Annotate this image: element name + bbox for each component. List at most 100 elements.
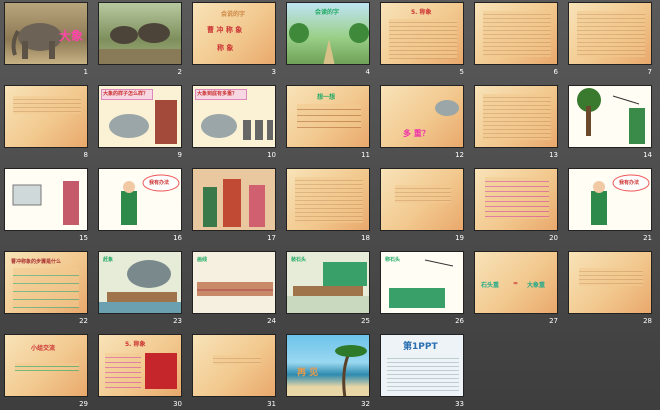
slide-thumbnail-25[interactable]: 装石头 25 [286, 251, 370, 327]
slide-line: 曹 冲 称 象 [207, 26, 243, 34]
speech-bubble: 我有办法 [149, 180, 170, 186]
slide-thumbnail-26[interactable]: 称石头 26 [380, 251, 464, 327]
slide-thumbnail-31[interactable]: 31 [192, 334, 276, 410]
slide-thumbnail-6[interactable]: 6 [474, 2, 558, 78]
slide-text-block [295, 177, 363, 223]
slide-number: 1 [83, 68, 88, 76]
slide-number: 6 [553, 68, 558, 76]
slide-thumbnail-2[interactable]: 2 [98, 2, 182, 78]
slide-text-block [297, 104, 361, 128]
slide-number: 23 [173, 317, 182, 325]
elephant-drawing [201, 114, 273, 140]
slide-number: 3 [271, 68, 276, 76]
landscape-image [289, 23, 369, 64]
slide-sorter-grid: 大象 1 2 会说的字 曹 冲 称 象 称 象 3 会读的字 4 5. 称象 5… [0, 0, 660, 410]
slide-label: 称石头 [385, 257, 401, 263]
slide-number: 30 [173, 400, 182, 408]
slide-thumbnail-22[interactable]: 曹冲称象的步骤是什么 22 [4, 251, 88, 327]
slide-thumbnail-32[interactable]: 再 见 32 [286, 334, 370, 410]
slide-line: 称 象 [217, 44, 234, 52]
slide-number: 16 [173, 234, 182, 242]
slide-label: 装石头 [291, 257, 307, 263]
slide-number: 13 [549, 151, 558, 159]
slide-number: 5 [459, 68, 464, 76]
slide-text-block [577, 11, 645, 57]
slide-thumbnail-12[interactable]: 多 重？ 12 [380, 85, 464, 161]
slide-label: 大象重 [527, 282, 546, 289]
slide-thumbnail-30[interactable]: 5. 称象 30 [98, 334, 182, 410]
slide-thumbnail-20[interactable]: 20 [474, 168, 558, 244]
slide-thumbnail-5[interactable]: 5. 称象 5 [380, 2, 464, 78]
speech-bubble: 我有办法 [619, 180, 640, 186]
slide-thumbnail-33[interactable]: 第1PPT 33 [380, 334, 464, 410]
slide-label: 石头重 [481, 282, 500, 289]
slide-number: 17 [267, 234, 276, 242]
slide-number: 32 [361, 400, 370, 408]
slide-thumbnail-1[interactable]: 大象 1 [4, 2, 88, 78]
slide-thumbnail-23[interactable]: 赶象 23 [98, 251, 182, 327]
slide-number: 18 [361, 234, 370, 242]
slide-number: 33 [455, 400, 464, 408]
slide-number: 24 [267, 317, 276, 325]
slide-number: 27 [549, 317, 558, 325]
slide-text-block [387, 355, 459, 391]
brand-logo: 第1PPT [403, 342, 438, 352]
slide-thumbnail-10[interactable]: 大象到底有多重？ 10 [192, 85, 276, 161]
slide-number: 4 [365, 68, 370, 76]
elephant-drawing [109, 100, 177, 144]
slide-header: 想一想 [317, 94, 336, 101]
slide-thumbnail-9[interactable]: 大象的样子怎么样？ 9 [98, 85, 182, 161]
slide-text-block [213, 355, 261, 365]
slide-text-block [105, 353, 141, 389]
slide-thumbnail-14[interactable]: 14 [568, 85, 652, 161]
slide-text-block [15, 363, 79, 371]
slide-number: 21 [643, 234, 652, 242]
slide-text-block [13, 96, 81, 114]
slide-thumbnail-17[interactable]: 17 [192, 168, 276, 244]
slide-text-block [485, 177, 549, 219]
slide-number: 8 [83, 151, 88, 159]
slide-title: 曹冲称象的步骤是什么 [11, 259, 62, 265]
slide-number: 20 [549, 234, 558, 242]
slide-thumbnail-24[interactable]: 画线 24 [192, 251, 276, 327]
slide-thumbnail-13[interactable]: 13 [474, 85, 558, 161]
slide-label: 再 见 [297, 368, 319, 378]
slide-number: 12 [455, 151, 464, 159]
slide-number: 11 [361, 151, 370, 159]
slide-thumbnail-29[interactable]: 小组交流 29 [4, 334, 88, 410]
slide-thumbnail-3[interactable]: 会说的字 曹 冲 称 象 称 象 3 [192, 2, 276, 78]
slide-text-block [389, 19, 457, 59]
slide-number: 14 [643, 151, 652, 159]
slide-header: 会说的字 [221, 11, 246, 18]
slide-text-block [13, 268, 79, 308]
slide-number: 25 [361, 317, 370, 325]
slide-thumbnail-28[interactable]: 28 [568, 251, 652, 327]
slide-thumbnail-16[interactable]: 我有办法 16 [98, 168, 182, 244]
slide-number: 2 [177, 68, 182, 76]
slide-number: 10 [267, 151, 276, 159]
slide-thumbnail-27[interactable]: 石头重 = 大象重 27 [474, 251, 558, 327]
slide-text-block [483, 11, 551, 57]
slide-text-block [483, 94, 551, 140]
slide-label: 画线 [197, 257, 208, 263]
slide-thumbnail-8[interactable]: 8 [4, 85, 88, 161]
slide-thumbnail-15[interactable]: 15 [4, 168, 88, 244]
illustration [12, 181, 79, 225]
slide-text-block [395, 185, 451, 203]
slide-thumbnail-7[interactable]: 7 [568, 2, 652, 78]
slide-thumbnail-19[interactable]: 19 [380, 168, 464, 244]
slide-number: 19 [455, 234, 464, 242]
slide-label: 赶象 [103, 257, 114, 263]
slide-thumbnail-18[interactable]: 18 [286, 168, 370, 244]
slide-thumbnail-4[interactable]: 会读的字 4 [286, 2, 370, 78]
slide-number: 28 [643, 317, 652, 325]
slide-number: 26 [455, 317, 464, 325]
slide-thumbnail-11[interactable]: 想一想 11 [286, 85, 370, 161]
boy-illustration [121, 174, 180, 225]
slide-word: 多 重？ [403, 129, 430, 138]
slide-thumbnail-21[interactable]: 我有办法 21 [568, 168, 652, 244]
slide-title: 小组交流 [31, 345, 56, 352]
slide-title: 5. 称象 [411, 9, 432, 16]
crowd-illustration [203, 179, 265, 227]
slide-number: 31 [267, 400, 276, 408]
